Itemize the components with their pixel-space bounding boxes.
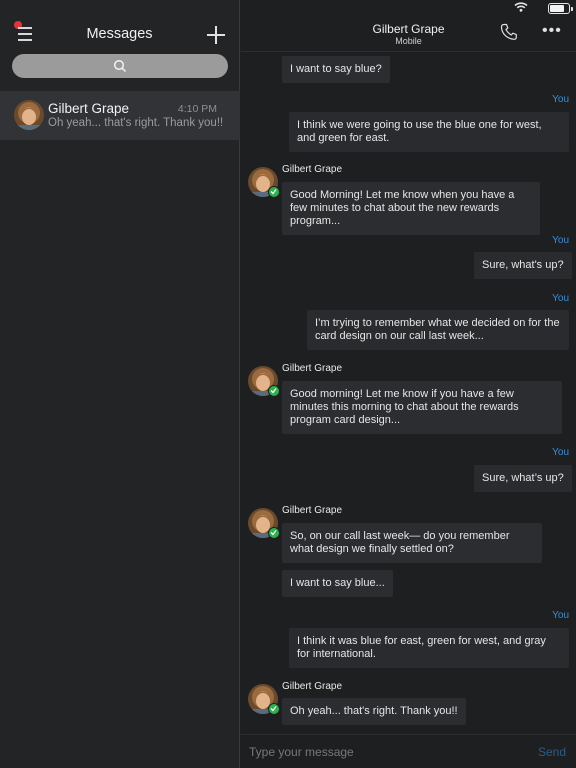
message-bubble-outgoing: Sure, what's up? [474,252,572,279]
online-status-icon [268,703,280,715]
sender-label-you: You [552,94,569,105]
sender-name: Gilbert Grape [282,164,343,175]
message-bubble-outgoing: Sure, what’s up? [474,465,572,492]
message-input[interactable] [249,744,509,760]
conversation-preview: Oh yeah... that's right. Thank you!! [48,117,224,129]
avatar-photo [14,100,44,130]
search-input[interactable] [12,54,228,78]
sender-name: Gilbert Grape [282,681,343,692]
conversation-name: Gilbert Grape [48,101,130,116]
message-bubble-incoming: Oh yeah... that's right. Thank you!! [282,698,466,725]
message-thread: I want to say blue? You I think we were … [241,52,576,734]
message-bubble-outgoing: I think it was blue for east, green for … [289,628,569,668]
status-bar [0,0,576,16]
search-icon [113,59,127,73]
message-bubble-outgoing: I think we were going to use the blue on… [289,112,569,152]
avatar [248,684,280,715]
send-button[interactable]: Send [538,745,566,759]
wifi-icon [514,2,528,12]
more-horizontal-icon[interactable]: ••• [542,23,562,39]
online-status-icon [268,527,280,539]
avatar [248,508,280,539]
message-composer: Send [241,734,576,768]
message-bubble-outgoing: I’m trying to remember what we decided o… [307,310,569,350]
message-bubble-incoming: Good Morning! Let me know when you have … [282,182,540,235]
sidebar-title: Messages [86,26,153,42]
sender-label-you: You [552,235,569,246]
message-bubble-incoming: Good morning! Let me know if you have a … [282,381,562,434]
avatar [14,100,44,130]
plus-icon[interactable] [205,24,227,46]
battery-icon [548,3,573,14]
message-bubble-incoming: I want to say blue? [282,56,390,83]
sender-name: Gilbert Grape [282,505,343,516]
chat-pane: Gilbert Grape Mobile ••• I want to say b… [241,0,576,768]
conversation-time: 4:10 PM [177,103,217,115]
sender-label-you: You [552,610,569,621]
online-status-icon [268,186,280,198]
avatar [248,366,280,397]
sender-label-you: You [552,447,569,458]
conversation-list-item[interactable]: Gilbert Grape 4:10 PM Oh yeah... that's … [0,91,240,140]
message-bubble-incoming: So, on our call last week— do you rememb… [282,523,542,563]
battery-level [550,5,564,12]
contact-subtitle: Mobile [395,36,422,46]
contact-name: Gilbert Grape [372,22,445,36]
sender-label-you: You [552,293,569,304]
avatar [248,167,280,198]
message-bubble-incoming: I want to say blue... [282,570,393,597]
phone-icon[interactable] [500,23,518,41]
conversation-sidebar: Messages Gilbert Grape 4:10 PM Oh yeah..… [0,0,240,768]
online-status-icon [268,385,280,397]
sender-name: Gilbert Grape [282,363,343,374]
